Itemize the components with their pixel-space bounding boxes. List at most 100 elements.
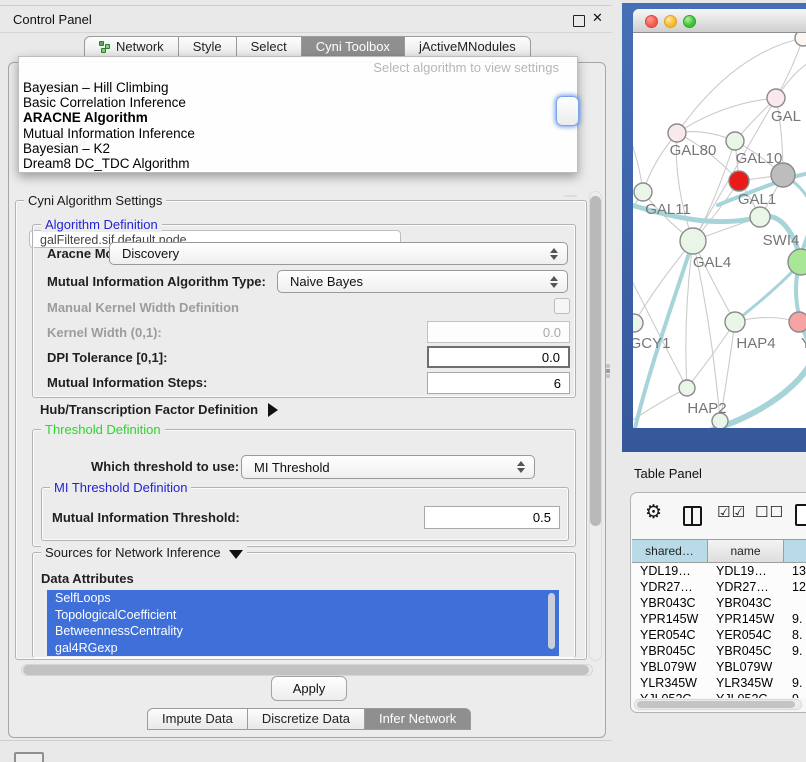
node-label-gal80: GAL80: [670, 142, 717, 159]
settings-horizontal-scrollbar-thumb[interactable]: [23, 665, 589, 675]
mi-steps-label: Mutual Information Steps:: [47, 375, 207, 390]
algorithm-option-aracne-algorithm[interactable]: ARACNE Algorithm: [19, 110, 577, 125]
dpi-tolerance-field[interactable]: 0.0: [427, 346, 570, 368]
network-canvas[interactable]: GALGAL80GAL10GAL1GAL11SWI4GAL4GCY1HAP4YH…: [633, 33, 806, 428]
table-cell: YDR27…: [708, 579, 784, 595]
network-edge[interactable]: [687, 322, 735, 388]
apply-button[interactable]: Apply: [271, 676, 347, 701]
tab-impute-data[interactable]: Impute Data: [147, 708, 248, 730]
column-header-name[interactable]: name: [708, 539, 784, 563]
tab-style[interactable]: Style: [179, 36, 237, 58]
table-row[interactable]: YPR145WYPR145W9.: [632, 611, 806, 627]
tab-label: Style: [193, 37, 222, 57]
table-cell: 9.: [784, 643, 806, 659]
attribute-item-selfloops[interactable]: SelfLoops: [47, 590, 559, 607]
network-edge[interactable]: [634, 241, 693, 323]
tab-discretize-data[interactable]: Discretize Data: [248, 708, 365, 730]
algorithm-option-mutual-information-inference[interactable]: Mutual Information Inference: [19, 126, 577, 141]
close-panel-icon[interactable]: ✕: [592, 10, 603, 26]
node-gal10[interactable]: [726, 132, 744, 150]
network-edge[interactable]: [633, 123, 643, 192]
node-cream[interactable]: [795, 33, 806, 46]
node-gal11[interactable]: [634, 183, 652, 201]
column-header-cut[interactable]: [784, 539, 806, 563]
algorithm-option-dream8-dc-tdc-algorithm[interactable]: Dream8 DC_TDC Algorithm: [19, 156, 577, 171]
split-columns-icon[interactable]: [683, 506, 702, 526]
table-row[interactable]: YJL052CYJL052C9.: [632, 691, 806, 698]
attribute-item-betweennesscentrality[interactable]: BetweennessCentrality: [47, 623, 559, 640]
node-swi4[interactable]: [750, 207, 770, 227]
dpi-tolerance-label: DPI Tolerance [0,1]:: [47, 350, 167, 365]
table-row[interactable]: YBR043CYBR043C: [632, 595, 806, 611]
table-cell: 13: [784, 563, 806, 579]
attribute-item-gal4rgexp[interactable]: gal4RGexp: [47, 640, 559, 657]
table-horizontal-scrollbar[interactable]: [634, 699, 802, 710]
table-row[interactable]: YLR345WYLR345W9.: [632, 675, 806, 691]
select-all-checkboxes-icon[interactable]: ☑☑: [717, 503, 746, 521]
mi-type-select[interactable]: Naive Bayes: [277, 270, 568, 293]
gear-icon[interactable]: ⚙: [645, 501, 662, 523]
tab-cyni-toolbox[interactable]: Cyni Toolbox: [302, 36, 405, 58]
cyni-algorithm-settings-frame: Cyni Algorithm Settings Algorithm Defini…: [15, 200, 587, 660]
node-pink-top[interactable]: [767, 89, 785, 107]
which-threshold-select[interactable]: MI Threshold: [241, 455, 535, 479]
table-header-row: shared…name: [632, 539, 806, 563]
collapsed-arrow-icon: [268, 403, 278, 417]
table-row[interactable]: YBL079WYBL079W: [632, 659, 806, 675]
function-builder-icon[interactable]: [795, 504, 806, 526]
focused-combobox-fragment[interactable]: [556, 96, 579, 126]
table-row[interactable]: YER054CYER054C8.: [632, 627, 806, 643]
list-scrollbar[interactable]: [548, 593, 555, 649]
column-header-shared[interactable]: shared…: [632, 539, 708, 563]
tab-jactivemnodules[interactable]: jActiveMNodules: [405, 36, 531, 58]
manual-kernel-checkbox[interactable]: [554, 298, 570, 314]
algorithm-option-bayesian-hill-climbing[interactable]: Bayesian – Hill Climbing: [19, 80, 577, 95]
node-hap4[interactable]: [725, 312, 745, 332]
algorithm-option-bayesian-k2[interactable]: Bayesian – K2: [19, 141, 577, 156]
network-edge[interactable]: [677, 98, 776, 133]
close-window-icon[interactable]: [645, 15, 658, 28]
table-row[interactable]: YBR045CYBR045C9.: [632, 643, 806, 659]
settings-vertical-scrollbar-thumb[interactable]: [590, 196, 601, 526]
minimized-panel-icon[interactable]: [14, 752, 44, 762]
deselect-all-checkboxes-icon[interactable]: ☐☐: [755, 503, 784, 521]
network-edge[interactable]: [776, 38, 803, 98]
tab-network[interactable]: Network: [84, 36, 179, 58]
node-gal4[interactable]: [680, 228, 706, 254]
settings-frame-title: Cyni Algorithm Settings: [24, 193, 166, 208]
kernel-width-field[interactable]: 0.0: [427, 321, 570, 343]
tab-infer-network[interactable]: Infer Network: [365, 708, 471, 730]
mi-steps-field[interactable]: 6: [427, 372, 570, 394]
manual-kernel-label: Manual Kernel Width Definition: [47, 300, 239, 315]
attribute-item-topologicalcoefficient[interactable]: TopologicalCoefficient: [47, 607, 559, 624]
node-gal80[interactable]: [668, 124, 686, 142]
tab-label: Impute Data: [162, 709, 233, 729]
kernel-width-label: Kernel Width (0,1):: [47, 325, 162, 340]
tab-select[interactable]: Select: [237, 36, 302, 58]
mi-threshold-field[interactable]: 0.5: [424, 506, 560, 529]
hub-definition-toggle[interactable]: Hub/Transcription Factor Definition: [40, 402, 278, 417]
splitter-handle-icon[interactable]: [606, 369, 610, 373]
float-panel-icon[interactable]: [573, 15, 585, 27]
node-gal1[interactable]: [729, 171, 749, 191]
node-gcy1[interactable]: [633, 314, 643, 332]
table-horizontal-scrollbar-thumb[interactable]: [637, 701, 795, 708]
minimize-window-icon[interactable]: [664, 15, 677, 28]
threshold-definition-frame: Threshold Definition Which threshold to …: [32, 429, 576, 547]
network-window-titlebar[interactable]: [633, 9, 806, 33]
table-row[interactable]: YDR27…YDR27…12: [632, 579, 806, 595]
node-hap2[interactable]: [679, 380, 695, 396]
zoom-window-icon[interactable]: [683, 15, 696, 28]
algorithm-option-basic-correlation-inference[interactable]: Basic Correlation Inference: [19, 95, 577, 110]
table-row[interactable]: YDL19…YDL19…13: [632, 563, 806, 579]
data-attributes-list[interactable]: SelfLoopsTopologicalCoefficientBetweenne…: [47, 590, 559, 656]
network-edge[interactable]: [633, 273, 687, 388]
node-label-hap4: HAP4: [736, 335, 775, 352]
node-salmon[interactable]: [789, 312, 806, 332]
which-threshold-label: Which threshold to use:: [91, 459, 239, 474]
node-label-swi4: SWI4: [763, 232, 800, 249]
aracne-mode-select[interactable]: Discovery: [109, 242, 568, 265]
sources-toggle[interactable]: Sources for Network Inference: [41, 545, 247, 560]
table-cell: YBR043C: [632, 595, 708, 611]
data-attributes-label: Data Attributes: [41, 571, 134, 586]
